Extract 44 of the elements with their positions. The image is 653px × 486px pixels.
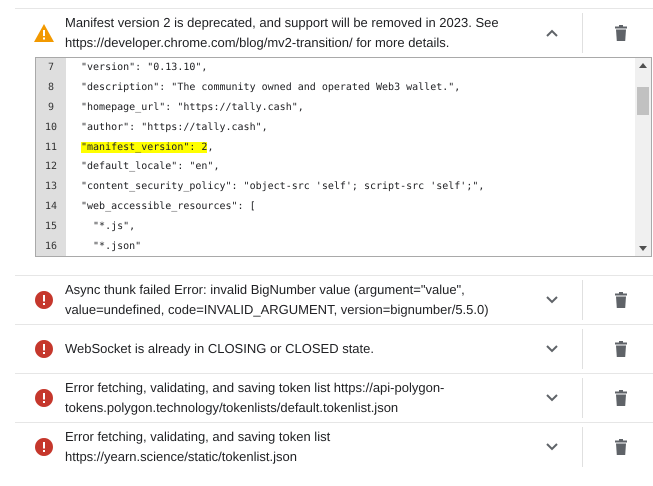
line-number: 9 bbox=[46, 102, 56, 113]
trash-icon bbox=[615, 341, 627, 357]
error-message: Async thunk failed Error: invalid BigNumber value (argument="value", value=undefined, code=INVALID_ARGUMENT, version=bignumber/5.5.0) bbox=[65, 281, 490, 319]
code-line: "content_security_policy": "object-src 'self'; script-src 'self';", bbox=[80, 181, 484, 192]
warning-icon bbox=[34, 24, 54, 42]
chevron-down-icon bbox=[546, 296, 558, 304]
error-message: Manifest version 2 is deprecated, and support will be removed in 2023. See https://developer.chrome.com/blog/mv2-transition/ for more details. bbox=[65, 14, 500, 52]
code-line: "manifest_version": 2, bbox=[80, 142, 214, 153]
error-message: WebSocket is already in CLOSING or CLOSED state. bbox=[65, 340, 375, 358]
line-number: 16 bbox=[44, 240, 58, 252]
scrollbar[interactable] bbox=[635, 58, 651, 256]
line-number: 11 bbox=[44, 142, 58, 153]
scrollbar-thumb[interactable] bbox=[637, 87, 649, 115]
chevron-down-icon bbox=[546, 394, 558, 402]
error-icon bbox=[35, 340, 53, 358]
scroll-up-icon[interactable] bbox=[639, 63, 647, 68]
trash-icon bbox=[615, 390, 627, 406]
code-line: "version": "0.13.10", bbox=[80, 62, 208, 74]
scroll-down-icon[interactable] bbox=[639, 246, 647, 251]
line-number: 10 bbox=[44, 122, 58, 133]
code-line: "web_accessible_resources": [ bbox=[80, 200, 256, 212]
line-number: 12 bbox=[44, 161, 58, 172]
error-message: Error fetching, validating, and saving token list https://api-polygon- tokens.polygon.technology/tokenlists/default.tokenlist.json bbox=[65, 379, 446, 417]
code-line: "*.js", bbox=[92, 220, 136, 232]
code-line: "homepage_url": "https://tally.cash", bbox=[80, 102, 304, 113]
chevron-down-icon bbox=[546, 345, 558, 353]
line-number: 14 bbox=[44, 200, 58, 212]
trash-icon bbox=[615, 25, 627, 41]
error-icon bbox=[35, 438, 53, 456]
trash-icon bbox=[615, 292, 627, 308]
line-number: 15 bbox=[44, 220, 58, 232]
error-message: Error fetching, validating, and saving token list https://yearn.science/static/tokenlist.json bbox=[65, 428, 332, 466]
code-line: "author": "https://tally.cash", bbox=[80, 122, 268, 133]
chevron-up-icon bbox=[546, 29, 558, 37]
trash-icon bbox=[615, 439, 627, 455]
code-line: "default_locale": "en", bbox=[80, 161, 220, 172]
code-line: "*.json" bbox=[92, 240, 142, 252]
line-number: 7 bbox=[46, 62, 56, 74]
line-number: 8 bbox=[46, 82, 56, 94]
error-icon bbox=[35, 291, 53, 309]
line-number: 13 bbox=[44, 181, 58, 192]
chevron-down-icon bbox=[546, 443, 558, 451]
error-icon bbox=[35, 389, 53, 407]
code-line: "description": "The community owned and operated Web3 wallet.", bbox=[80, 82, 460, 94]
